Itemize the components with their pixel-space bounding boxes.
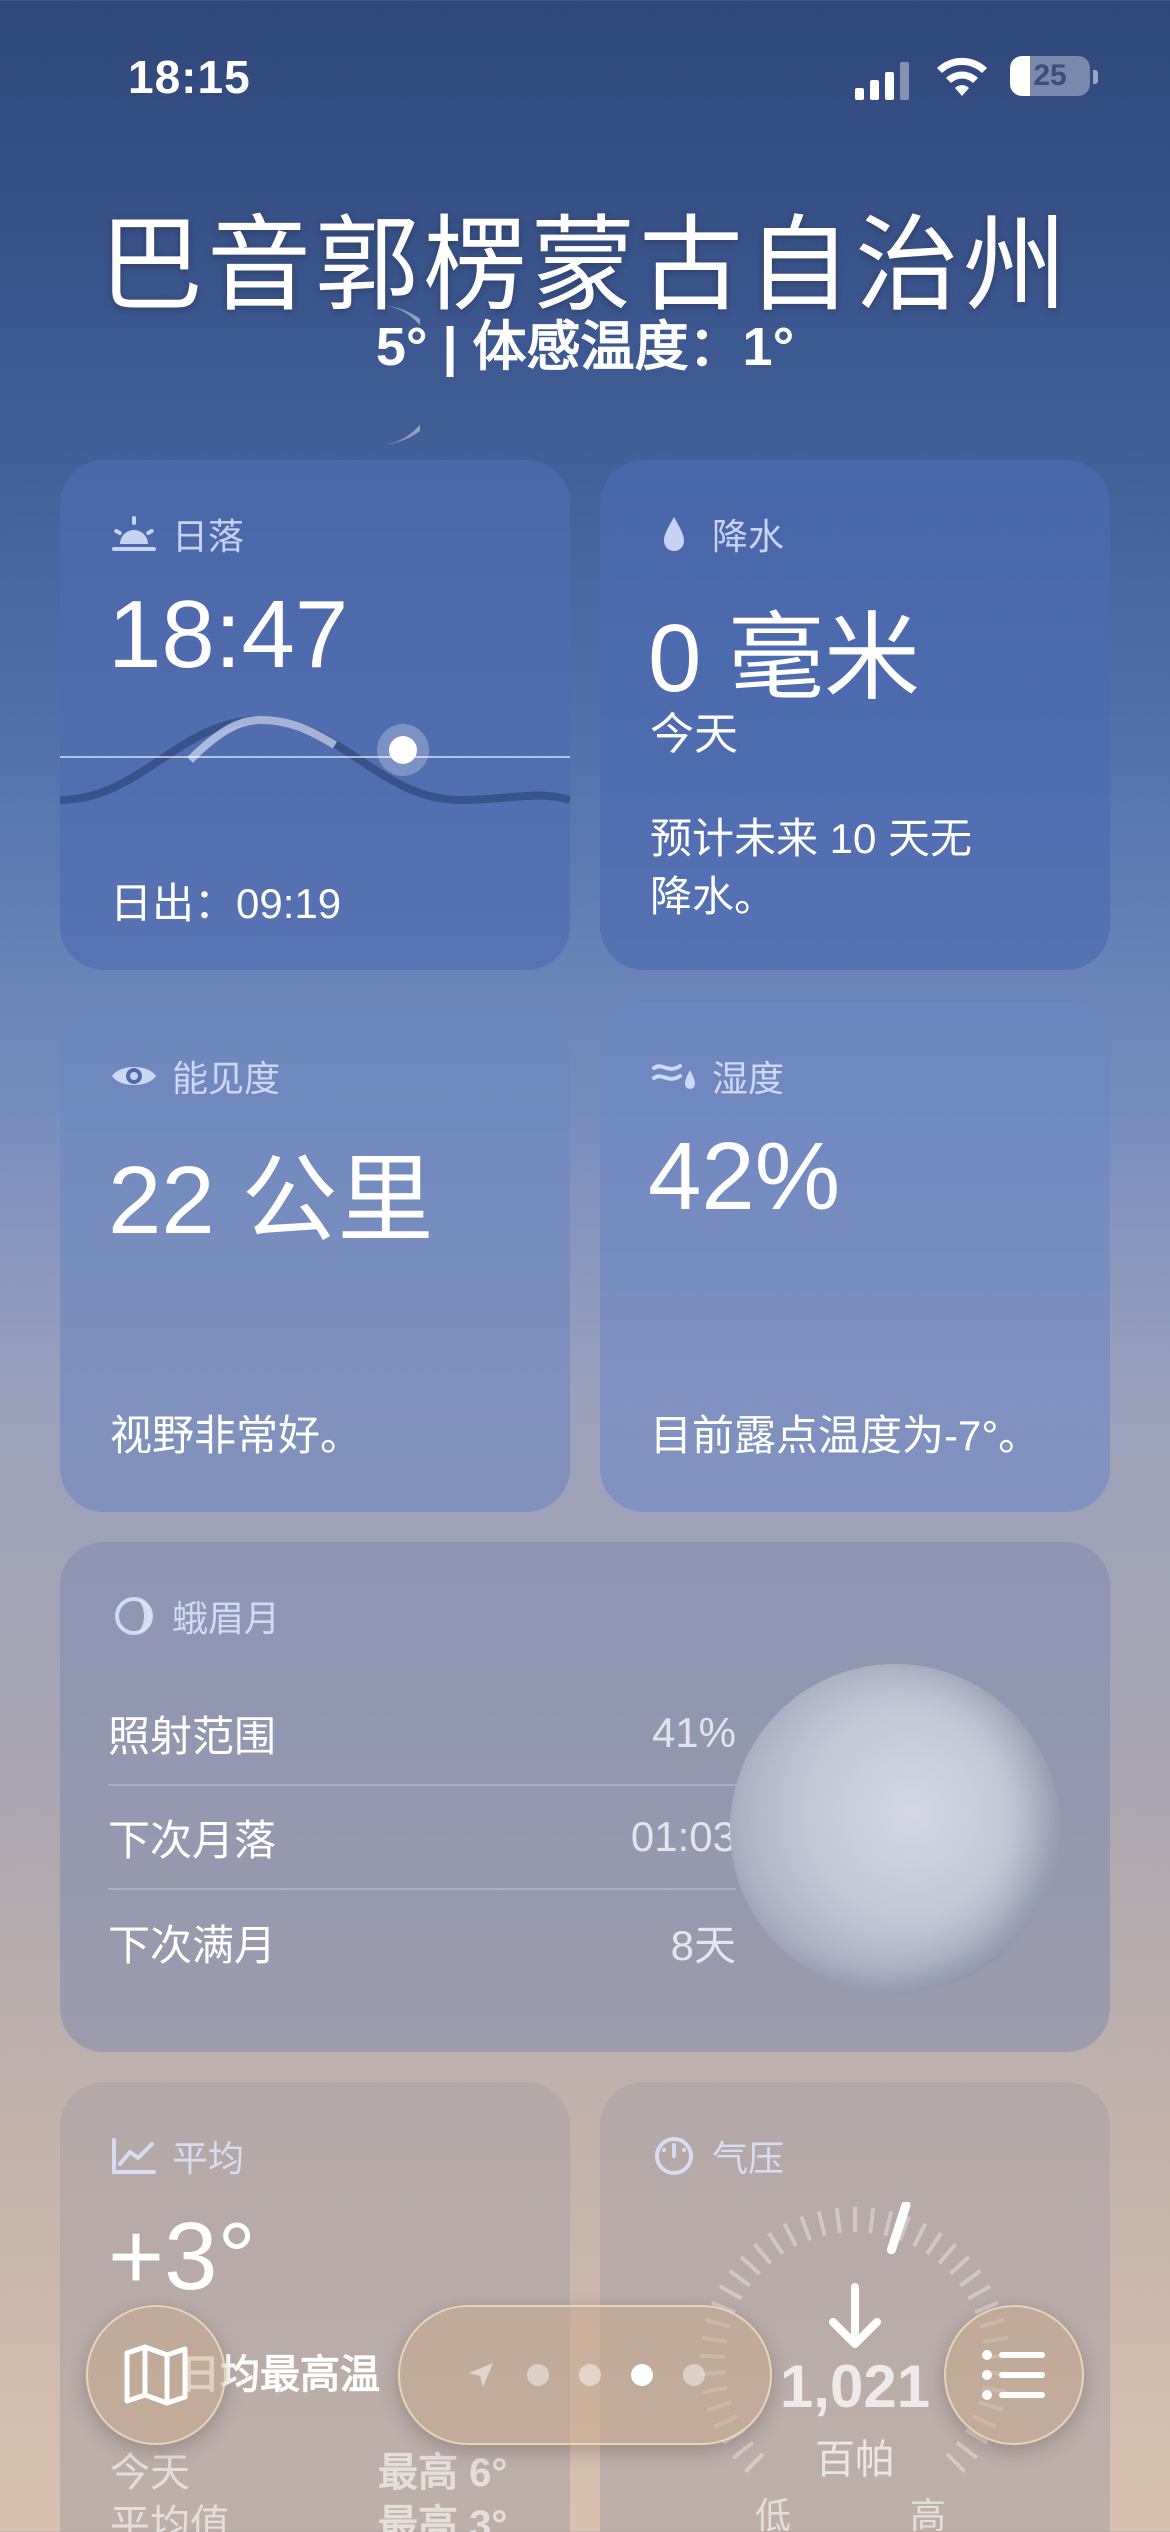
humidity-icon [652, 1064, 695, 1089]
average-value: +3° [108, 2203, 256, 2310]
wifi-icon [937, 57, 987, 96]
map-button[interactable] [86, 2305, 226, 2445]
moon-details: 照射范围 41% 下次月落 01:03 下次满月 8天 [108, 1682, 736, 1994]
gauge-tick [912, 2222, 928, 2248]
moon-row-moonset: 下次月落 01:03 [108, 1786, 736, 1890]
page-dot[interactable] [579, 2364, 601, 2386]
moon-row-full-moon: 下次满月 8天 [108, 1890, 736, 1994]
gauge-tick [937, 2242, 958, 2265]
gauge-tick [767, 2232, 785, 2256]
pressure-label: 气压 [650, 2130, 784, 2182]
eye-icon [112, 1067, 156, 1085]
average-avg-label: 平均值 [110, 2503, 230, 2532]
humidity-value: 42% [648, 1123, 841, 1230]
precip-label: 降水 [650, 508, 784, 560]
precipitation-card[interactable]: 降水 0 毫米 今天 预计未来 10 天无降水。 [600, 460, 1110, 970]
sunrise-time: 日出：09:19 [110, 880, 342, 927]
pressure-low: 低 [755, 2495, 792, 2532]
gauge-tick [958, 2269, 982, 2288]
visibility-label-text: 能见度 [172, 1058, 281, 1099]
gauge-tick [925, 2232, 943, 2256]
gauge-tick [752, 2242, 773, 2265]
page-dot[interactable] [683, 2364, 705, 2386]
sunset-card[interactable]: 日落 18:47 日出：09:19 [60, 460, 570, 970]
moon-image [730, 1664, 1060, 1994]
location-arrow-icon[interactable] [465, 2359, 497, 2391]
moon-row-key: 下次月落 [108, 1816, 277, 1864]
moon-phase-icon [115, 1597, 153, 1635]
sunset-time: 18:47 [108, 581, 349, 688]
pressure-label-text: 气压 [712, 2138, 785, 2179]
trend-chart-icon [112, 2138, 156, 2174]
moon-row-value: 01:03 [630, 1813, 736, 1860]
raindrop-icon [664, 517, 684, 551]
gauge-tick [834, 2207, 842, 2234]
moon-row-illumination: 照射范围 41% [108, 1682, 736, 1786]
sunset-label-text: 日落 [172, 516, 245, 557]
humidity-note: 目前露点温度为-7°。 [650, 1412, 1041, 1459]
status-time: 18:15 [128, 51, 251, 103]
gauge-tick [949, 2255, 971, 2276]
moon-row-key: 下次满月 [108, 1921, 277, 1969]
gauge-icon [655, 2137, 693, 2175]
precip-label-text: 降水 [712, 516, 785, 557]
page-indicator[interactable] [398, 2305, 772, 2445]
precip-period: 今天 [650, 710, 738, 759]
bottom-navigation [0, 2300, 1170, 2450]
average-label-text: 平均 [172, 2138, 245, 2179]
moon-label-text: 蛾眉月 [172, 1598, 281, 1639]
moon-row-key: 照射范围 [108, 1712, 277, 1760]
gauge-tick [883, 2210, 894, 2237]
moon-label: 蛾眉月 [110, 1590, 280, 1642]
humidity-label: 湿度 [650, 1050, 784, 1102]
gauge-tick [718, 2284, 743, 2301]
gauge-tick [816, 2210, 827, 2237]
moon-phase-card[interactable]: 蛾眉月 照射范围 41% 下次月落 01:03 下次满月 8天 [60, 1542, 1110, 2052]
visibility-label: 能见度 [110, 1050, 280, 1102]
humidity-label-text: 湿度 [712, 1058, 785, 1099]
page-dot[interactable] [527, 2364, 549, 2386]
battery-tip [1093, 70, 1098, 84]
battery-level: 25 [1033, 59, 1067, 92]
sunset-icon [112, 516, 156, 551]
status-bar: 18:15 25 [0, 50, 1170, 110]
moon-row-value: 8天 [670, 1921, 736, 1969]
cellular-signal-icon [855, 62, 909, 100]
visibility-note: 视野非常好。 [110, 1412, 363, 1459]
gauge-tick [728, 2269, 752, 2288]
location-header: 巴音郭楞蒙古自治州 5° | 体感温度：1° [0, 180, 1170, 377]
sun-path-chart [60, 715, 570, 805]
city-list-button[interactable] [944, 2305, 1084, 2445]
page-dot-active[interactable] [631, 2364, 653, 2386]
gauge-tick [782, 2222, 798, 2248]
list-icon [982, 2350, 1045, 2400]
sunset-label: 日落 [110, 508, 244, 560]
moon-row-value: 41% [651, 1709, 736, 1756]
visibility-card[interactable]: 能见度 22 公里 视野非常好。 [60, 1002, 570, 1512]
humidity-card[interactable]: 湿度 42% 目前露点温度为-7°。 [600, 1002, 1110, 1512]
gauge-tick [868, 2207, 876, 2234]
gauge-tick [739, 2255, 761, 2276]
gauge-tick [799, 2215, 812, 2241]
visibility-value: 22 公里 [108, 1147, 434, 1254]
average-avg-value: 最高 3° [378, 2503, 508, 2532]
pressure-high: 高 [910, 2495, 947, 2532]
crescent-moon-icon [378, 305, 420, 445]
gauge-tick [967, 2284, 992, 2301]
average-label: 平均 [110, 2130, 244, 2182]
battery-icon: 25 [1010, 56, 1090, 96]
current-temperature: 5° | 体感温度：1° [375, 317, 795, 377]
precip-note: 预计未来 10 天无降水。 [650, 815, 973, 920]
map-icon [124, 2344, 188, 2406]
